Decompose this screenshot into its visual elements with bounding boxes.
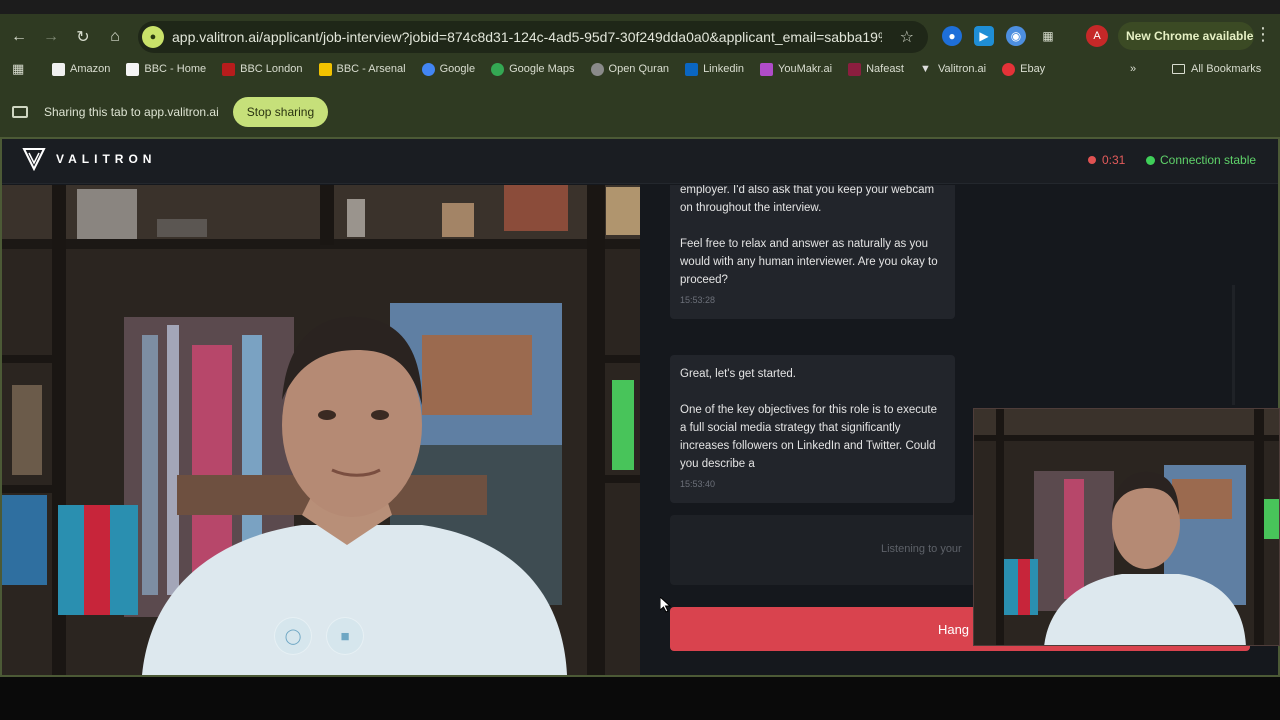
bookmark-favicon-icon	[491, 62, 505, 76]
message-paragraph: One of the key objectives for this role …	[680, 404, 937, 470]
bookmark-favicon-icon	[222, 62, 236, 76]
bookmark-item[interactable]: BBC London	[222, 62, 303, 76]
window-top-edge	[0, 0, 1280, 14]
bookmark-favicon-icon: ▼	[920, 62, 931, 75]
bookmark-favicon-icon	[1002, 62, 1016, 76]
sharing-status-text: Sharing this tab to app.valitron.ai	[44, 105, 219, 119]
bookmark-item[interactable]: YouMakr.ai	[760, 62, 833, 76]
bookmark-label: Google	[439, 63, 476, 75]
bookmark-label: Linkedin	[703, 63, 745, 75]
recording-dot-icon	[1088, 156, 1096, 164]
bookmark-label: Ebay	[1020, 63, 1046, 75]
bookmark-item[interactable]: BBC - Arsenal	[318, 62, 406, 76]
valitron-logo-icon	[22, 148, 46, 171]
bookmark-item[interactable]: Linkedin	[685, 62, 745, 76]
connection-label: Connection stable	[1160, 153, 1257, 167]
tab-sharing-bar: Sharing this tab to app.valitron.ai Stop…	[0, 94, 1280, 130]
bookmark-label: Google Maps	[509, 63, 575, 75]
extension-icon-3[interactable]: ◉	[1006, 26, 1026, 46]
bookmark-label: Nafeast	[866, 63, 904, 75]
kebab-menu-icon[interactable]: ⋮	[1254, 24, 1272, 45]
all-bookmarks-folder[interactable]: All Bookmarks	[1172, 63, 1261, 75]
main-video-feed: ◯ ■	[2, 185, 640, 675]
bookmark-label: Amazon	[70, 63, 111, 75]
bookmark-label: BBC - Arsenal	[336, 63, 406, 75]
bookmark-label: Valitron.ai	[938, 63, 987, 75]
bookmark-favicon-icon	[52, 62, 65, 76]
all-bookmarks-label: All Bookmarks	[1191, 63, 1262, 75]
extension-icon-2[interactable]: ▶	[974, 26, 994, 46]
interviewer-message: employer. I'd also ask that you keep you…	[670, 185, 955, 319]
bookmark-item[interactable]: Amazon	[52, 62, 111, 76]
message-timestamp: 15:53:40	[680, 479, 716, 489]
bookmark-star-icon[interactable]: ☆	[900, 27, 914, 47]
update-label: New Chrome available	[1126, 29, 1254, 43]
extension-icon-1[interactable]: ●	[942, 26, 962, 46]
brand-name: VALITRON	[56, 152, 157, 166]
interview-timer: 0:31	[1088, 153, 1125, 167]
connection-status: Connection stable	[1146, 153, 1256, 167]
bookmark-favicon-icon	[848, 62, 862, 76]
bookmark-favicon-icon	[421, 62, 435, 76]
screen-share-icon	[12, 106, 28, 118]
bookmark-item[interactable]: Open Quran	[590, 62, 670, 76]
message-paragraph: Feel free to relax and answer as natural…	[680, 238, 938, 286]
valitron-logo: VALITRON	[22, 147, 156, 171]
timer-value: 0:31	[1102, 153, 1126, 167]
app-header: VALITRON 0:31 Connection stable	[2, 139, 1278, 184]
microphone-button[interactable]: ◯	[274, 617, 312, 655]
forward-arrow-icon[interactable]: →	[36, 22, 66, 52]
self-view-pip[interactable]	[973, 408, 1280, 646]
self-view-scene-image	[974, 409, 1279, 645]
site-info-icon[interactable]: ●	[142, 26, 164, 48]
bookmarks-bar: ▦ Amazon BBC - Home BBC London BBC - Ars…	[0, 58, 1280, 80]
puzzle-extensions-icon[interactable]: ▦	[1038, 26, 1058, 46]
message-paragraph: employer. I'd also ask that you keep you…	[680, 185, 935, 214]
address-bar[interactable]: ● app.valitron.ai/applicant/job-intervie…	[138, 21, 928, 53]
bookmark-item[interactable]: BBC - Home	[126, 62, 207, 76]
bookmark-favicon-icon	[126, 62, 140, 76]
bookmark-favicon-icon	[685, 62, 699, 76]
bookmark-item[interactable]: Nafeast	[848, 62, 904, 76]
more-bookmarks-chevron-icon[interactable]: »	[1130, 63, 1136, 75]
transcript-scrollbar[interactable]	[1232, 285, 1235, 405]
bookmark-label: BBC London	[240, 63, 303, 75]
back-arrow-icon[interactable]: ←	[4, 22, 34, 52]
home-icon[interactable]: ⌂	[100, 22, 130, 52]
message-timestamp: 15:53:28	[680, 295, 716, 305]
bookmark-item[interactable]: Google	[421, 62, 476, 76]
camera-icon: ■	[340, 627, 350, 645]
connection-dot-icon	[1146, 155, 1155, 165]
camera-button[interactable]: ■	[326, 617, 364, 655]
listening-status-text: Listening to your	[881, 543, 962, 555]
profile-avatar[interactable]: A	[1086, 25, 1108, 47]
browser-chrome: ← → ↻ ⌂ ● app.valitron.ai/applicant/job-…	[0, 0, 1280, 137]
bookmark-item[interactable]: Google Maps	[491, 62, 575, 76]
bookmark-item[interactable]: ▼ Valitron.ai	[920, 63, 986, 76]
message-paragraph: Great, let's get started.	[680, 368, 796, 380]
bookmark-label: Open Quran	[608, 63, 670, 75]
bookmark-favicon-icon	[318, 62, 332, 76]
browser-toolbar: ← → ↻ ⌂ ● app.valitron.ai/applicant/job-…	[0, 18, 1280, 56]
microphone-icon: ◯	[284, 628, 302, 645]
stop-sharing-button[interactable]: Stop sharing	[232, 97, 329, 127]
reload-icon[interactable]: ↻	[68, 22, 98, 52]
bookmark-favicon-icon	[760, 62, 774, 76]
webcam-scene-image	[2, 185, 640, 675]
bookmark-favicon-icon	[590, 62, 604, 76]
bookmark-label: BBC - Home	[144, 63, 207, 75]
video-player-bottom-strip	[0, 677, 1280, 720]
bookmark-label: YouMakr.ai	[778, 63, 833, 75]
chrome-update-button[interactable]: New Chrome available	[1118, 22, 1254, 50]
mouse-cursor-icon	[660, 597, 672, 613]
folder-icon	[1172, 64, 1185, 74]
interviewer-message: Great, let's get started. One of the key…	[670, 355, 955, 503]
url-text[interactable]: app.valitron.ai/applicant/job-interview?…	[172, 29, 882, 45]
apps-grid-icon[interactable]: ▦	[12, 61, 30, 77]
bookmark-item[interactable]: Ebay	[1002, 62, 1046, 76]
